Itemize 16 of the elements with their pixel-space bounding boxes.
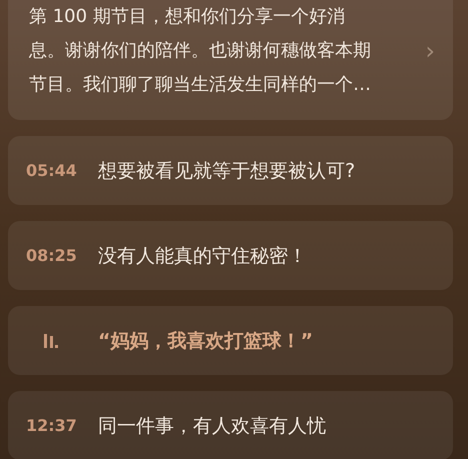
chapter-item[interactable]: 08:25 没有人能真的守住秘密！: [8, 221, 453, 290]
chapter-item[interactable]: 05:44 想要被看见就等于想要被认可?: [8, 136, 453, 205]
chapter-time: 08:25: [26, 246, 76, 265]
chapter-title: 想要被看见就等于想要被认可?: [98, 158, 356, 184]
chevron-icon: ›: [425, 39, 435, 63]
chapter-item[interactable]: 12:37 同一件事，有人欢喜有人忧: [8, 391, 453, 459]
chapter-title: 没有人能真的守住秘密！: [98, 244, 307, 268]
summary-text: 第 100 期节目，想和你们分享一个好消: [29, 5, 346, 29]
chapter-title: “妈妈，我喜欢打篮球！”: [98, 328, 313, 354]
summary-text: 息。谢谢你们的陪伴。也谢谢何穗做客本期: [29, 39, 371, 63]
chapter-title: 同一件事，有人欢喜有人忧: [98, 414, 326, 438]
chapter-time: 12:37: [26, 416, 76, 435]
chapter-item[interactable]: “妈妈，我喜欢打篮球！”: [8, 306, 453, 375]
chapter-time: 05:44: [26, 161, 76, 180]
summary-text: 节目。我们聊了聊当生活发生同样的一个…: [29, 73, 371, 97]
summary-card[interactable]: 第 100 期节目，想和你们分享一个好消 息。谢谢你们的陪伴。也谢谢何穗做客本期 节目。我们聊了聊当生活发生同样的一个… ›: [8, 0, 453, 120]
